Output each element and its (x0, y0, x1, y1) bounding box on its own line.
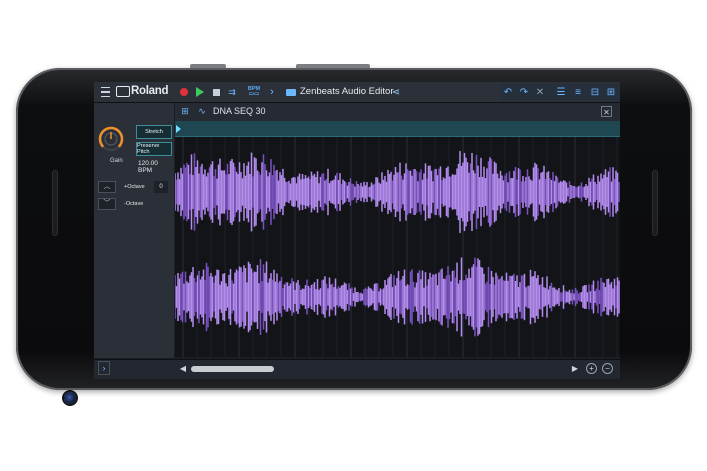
expand-panel-icon[interactable]: › (98, 361, 110, 375)
list-icon[interactable]: ≡ (571, 82, 585, 102)
roland-logo: Roland (116, 85, 168, 97)
power-button (296, 64, 370, 68)
page-title: Zenbeats Audio Editor (300, 86, 394, 97)
right-speaker (652, 170, 658, 236)
share-icon[interactable]: ⋖ (390, 82, 402, 102)
app-screen: Roland ⇉ BPM ▭▭ › Zenbeats Audio Editor ⋖… (94, 82, 620, 379)
loop-icon[interactable]: ⇉ (224, 82, 240, 102)
chevron-right-icon[interactable]: › (266, 82, 278, 102)
gain-label: Gain (110, 158, 123, 164)
sliders-icon[interactable]: ⊟ (588, 82, 602, 102)
tools-icon[interactable]: ✕ (534, 82, 546, 102)
grid-icon[interactable]: ⊞ (604, 82, 618, 102)
record-icon[interactable] (177, 82, 191, 102)
waveform-channel (174, 257, 620, 337)
playhead-marker-icon[interactable] (176, 125, 181, 133)
undo-icon[interactable]: ↶ (502, 82, 514, 102)
hamburger-icon[interactable] (98, 82, 112, 102)
octave-value: 0 (154, 181, 168, 193)
brand-label: Roland (131, 85, 169, 97)
bottom-bar (94, 359, 620, 379)
top-toolbar: Roland ⇉ BPM ▭▭ › Zenbeats Audio Editor ⋖… (94, 82, 620, 103)
left-speaker (52, 170, 58, 236)
octave-up-label: +Octave (124, 184, 145, 190)
front-camera-icon (64, 392, 76, 404)
octave-down-button[interactable]: ﹀ (98, 198, 116, 210)
horizontal-scrollbar[interactable] (191, 366, 274, 372)
redo-icon[interactable]: ↷ (518, 82, 530, 102)
waveform-display (174, 137, 620, 357)
scroll-right-icon[interactable]: ▶ (570, 362, 580, 374)
track-name: DNA SEQ 30 (213, 106, 266, 116)
preserve-pitch-button[interactable]: Preserve Pitch (136, 142, 172, 156)
octave-up-button[interactable]: ︿ (98, 181, 116, 193)
stretch-button[interactable]: Stretch (136, 125, 172, 139)
waveform-channel (174, 151, 620, 233)
folder-icon[interactable] (284, 82, 298, 102)
close-icon[interactable]: ✕ (601, 106, 612, 117)
grid-icon[interactable]: ⊞ (179, 104, 191, 118)
gain-knob[interactable] (98, 126, 124, 152)
tempo-display[interactable]: 120.00 BPM (138, 160, 172, 174)
zoom-in-icon[interactable]: + (586, 363, 597, 374)
octave-down-label: -Octave (124, 201, 144, 207)
waveform-icon[interactable]: ∿ (196, 104, 208, 118)
play-icon[interactable] (193, 82, 207, 102)
stop-icon[interactable] (209, 82, 223, 102)
roland-logo-mark (116, 85, 130, 97)
waveform-view[interactable] (174, 137, 620, 357)
zoom-out-icon[interactable]: − (602, 363, 613, 374)
scroll-left-icon[interactable]: ◀ (178, 362, 188, 374)
timeline-ruler[interactable] (175, 121, 620, 137)
bpm-icon[interactable]: BPM ▭▭ (244, 82, 264, 102)
mixer-icon[interactable]: ☰ (554, 82, 568, 102)
volume-button (190, 64, 226, 68)
